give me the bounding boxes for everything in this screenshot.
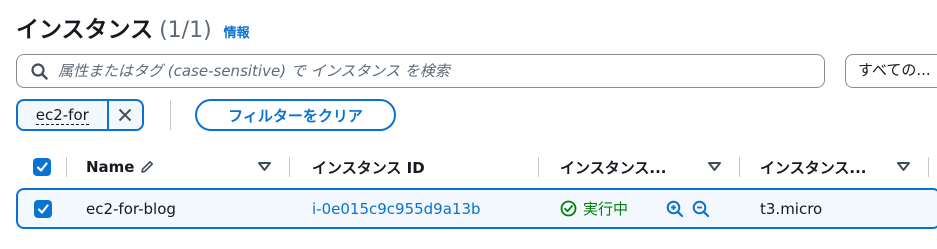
column-header-name[interactable]: Name (86, 150, 155, 184)
select-all-cell (33, 150, 51, 184)
column-header-label: インスタンス ID (312, 158, 425, 177)
instance-name: ec2-for-blog (86, 199, 176, 218)
select-all-checkbox[interactable] (33, 158, 51, 176)
search-input[interactable] (58, 62, 798, 80)
column-divider (739, 157, 740, 177)
check-icon (37, 203, 49, 214)
table-header: Name インスタンス ID インスタンス... インスタンス... (16, 150, 937, 184)
row-checkbox[interactable] (34, 199, 52, 218)
sort-down-icon[interactable] (258, 150, 271, 184)
clear-filters-button[interactable]: フィルターをクリア (195, 99, 396, 131)
close-icon (119, 108, 132, 122)
column-header-instance-type[interactable]: インスタンス... (760, 150, 867, 184)
sort-down-icon[interactable] (708, 150, 721, 184)
instance-type: t3.micro (760, 199, 823, 218)
info-link[interactable]: 情報 (224, 22, 250, 41)
zoom-in-icon[interactable] (666, 200, 684, 218)
row-select-cell (34, 190, 52, 227)
filter-token-text: ec2-for (35, 105, 89, 125)
instance-state-label: 実行中 (583, 200, 629, 218)
column-divider (538, 157, 539, 177)
column-divider (289, 157, 290, 177)
table-row[interactable]: ec2-for-blog i-0e015c9c955d9a13b 実行中 t3.… (16, 188, 937, 229)
filter-token-label[interactable]: ec2-for (18, 101, 107, 129)
state-filter-actions (666, 190, 710, 227)
filter-token: ec2-for (16, 99, 144, 131)
page-title: インスタンス (16, 17, 154, 43)
column-divider (66, 157, 67, 177)
selection-count: (1/1) (159, 18, 212, 43)
pencil-icon[interactable] (139, 159, 155, 175)
column-header-label: Name (86, 158, 135, 176)
success-check-icon (560, 200, 577, 217)
column-header-label: インスタンス... (760, 158, 867, 177)
sort-down-icon[interactable] (897, 150, 910, 184)
column-header-label: インスタンス... (560, 158, 667, 177)
instance-id-link[interactable]: i-0e015c9c955d9a13b (312, 190, 481, 227)
column-divider (928, 157, 929, 177)
search-bar[interactable] (16, 54, 825, 88)
state-filter-select[interactable]: すべての... (845, 54, 937, 88)
divider (170, 100, 171, 130)
check-icon (36, 162, 48, 172)
remove-filter-button[interactable] (106, 101, 142, 129)
page-header: インスタンス (1/1) 情報 (16, 10, 250, 44)
column-header-instance-id[interactable]: インスタンス ID (312, 150, 425, 184)
search-icon (31, 62, 48, 80)
column-header-instance-state[interactable]: インスタンス... (560, 150, 667, 184)
instance-state: 実行中 (560, 190, 628, 227)
zoom-out-icon[interactable] (692, 200, 710, 218)
